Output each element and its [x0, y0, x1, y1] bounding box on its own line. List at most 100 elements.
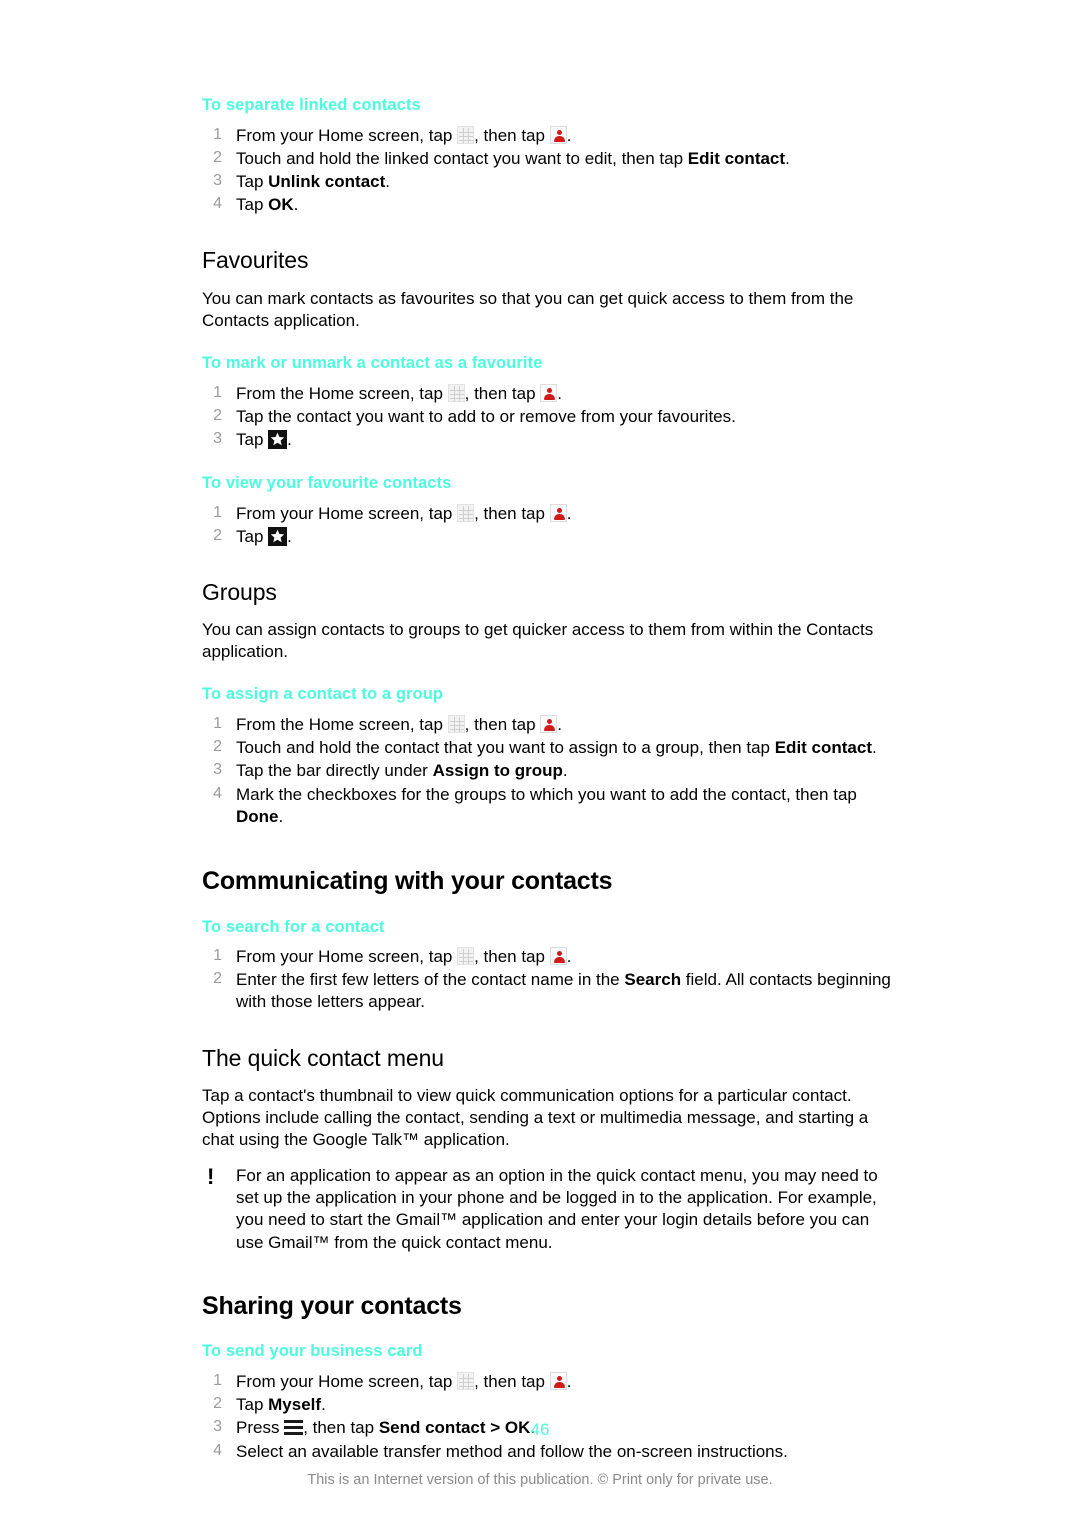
ui-label: Edit contact: [774, 738, 873, 758]
favourite-star-icon: [268, 429, 288, 449]
app-grid-icon: [447, 715, 465, 734]
step-text: , then tap: [474, 125, 550, 145]
step-text: Tap: [236, 429, 269, 449]
step-text: , then tap: [474, 947, 550, 967]
step-text: , then tap: [464, 383, 541, 403]
step-text: , then tap: [474, 1372, 550, 1392]
steps-separate-linked: From your Home screen, tap , then tap . …: [202, 125, 892, 216]
ui-label: Unlink contact: [268, 171, 386, 191]
step-text: .: [566, 125, 572, 145]
list-item: Tap the contact you want to add to or re…: [202, 406, 736, 427]
step-text: Tap: [236, 1395, 269, 1415]
step-text: .: [287, 526, 292, 546]
list-item: From your Home screen, tap , then tap .: [202, 125, 892, 147]
step-text: From the Home screen, tap: [236, 715, 448, 735]
list-item: Tap .: [202, 429, 892, 451]
step-text: .: [321, 1395, 326, 1415]
contacts-person-icon: [549, 1372, 567, 1391]
step-text: From your Home screen, tap: [236, 947, 458, 967]
step-text: Enter the first few letters of the conta…: [236, 970, 625, 990]
ui-label: Assign to group: [432, 761, 563, 781]
procedure-title-separate-linked: To separate linked contacts: [202, 96, 421, 114]
section-heading-communicating: Communicating with your contacts: [202, 866, 613, 895]
ui-label: Done: [236, 806, 279, 826]
steps-assign-group: From the Home screen, tap , then tap . T…: [202, 714, 892, 827]
step-text: .: [785, 148, 790, 168]
step-text: .: [557, 383, 562, 403]
step-text: .: [872, 738, 877, 758]
step-text: , then tap: [474, 503, 550, 523]
paragraph-favourites-intro: You can mark contacts as favourites so t…: [202, 288, 854, 330]
step-text: .: [566, 1372, 572, 1392]
list-item: From the Home screen, tap , then tap .: [202, 383, 892, 405]
footer-copyright-note: This is an Internet version of this publ…: [307, 1472, 773, 1488]
list-item: Tap .: [202, 526, 892, 548]
steps-mark-unmark-favourite: From the Home screen, tap , then tap . T…: [202, 383, 892, 451]
page-number: 46: [530, 1420, 550, 1439]
step-text: .: [557, 715, 562, 735]
section-heading-quick-contact-menu: The quick contact menu: [202, 1044, 444, 1071]
contacts-person-icon: [549, 125, 567, 144]
app-grid-icon: [457, 1372, 475, 1391]
step-text: .: [293, 195, 299, 215]
step-text: From your Home screen, tap: [236, 125, 458, 145]
step-text: From your Home screen, tap: [236, 503, 458, 523]
app-grid-icon: [457, 947, 475, 966]
procedure-title-search-contact: To search for a contact: [202, 917, 385, 936]
step-text: From the Home screen, tap: [236, 383, 448, 403]
step-text: Touch and hold the linked contact you wa…: [236, 148, 688, 168]
list-item: Mark the checkboxes for the groups to wh…: [202, 784, 892, 828]
list-item: Tap Unlink contact.: [202, 171, 892, 193]
note-callout: ! For an application to appear as an opt…: [202, 1165, 892, 1253]
steps-send-business-card: From your Home screen, tap , then tap . …: [202, 1371, 892, 1462]
step-text: Tap the bar directly under: [236, 761, 433, 781]
list-item: From the Home screen, tap , then tap .: [202, 714, 892, 736]
step-text: .: [287, 429, 292, 449]
list-item: Touch and hold the linked contact you wa…: [202, 148, 892, 170]
steps-view-favourites: From your Home screen, tap , then tap . …: [202, 503, 892, 548]
section-heading-favourites: Favourites: [202, 247, 309, 274]
step-text: , then tap: [464, 715, 541, 735]
procedure-title-mark-unmark-favourite: To mark or unmark a contact as a favouri…: [202, 353, 543, 372]
step-text: Tap: [236, 526, 269, 546]
step-text: Tap: [236, 195, 269, 215]
list-item: From your Home screen, tap , then tap .: [202, 1371, 892, 1393]
section-heading-sharing: Sharing your contacts: [202, 1291, 462, 1320]
app-grid-icon: [457, 125, 475, 144]
note-text: For an application to appear as an optio…: [236, 1166, 878, 1252]
app-grid-icon: [447, 383, 465, 402]
paragraph-quick-contact-intro: Tap a contact's thumbnail to view quick …: [202, 1086, 869, 1150]
ui-label: OK: [268, 195, 294, 215]
procedure-title-assign-group: To assign a contact to a group: [202, 685, 444, 704]
exclamation-note-icon: !: [207, 1164, 215, 1190]
step-text: .: [562, 761, 568, 781]
step-text: From your Home screen, tap: [236, 1372, 458, 1392]
content-column: To separate linked contacts From your Ho…: [202, 96, 892, 1464]
paragraph-groups-intro: You can assign contacts to groups to get…: [202, 620, 874, 662]
procedure-title-send-business-card: To send your business card: [202, 1342, 423, 1361]
list-item: Tap Myself.: [202, 1394, 892, 1416]
ui-label: Myself: [268, 1395, 322, 1415]
step-text: Mark the checkboxes for the groups to wh…: [236, 784, 857, 804]
contacts-person-icon: [549, 503, 567, 522]
list-item: From your Home screen, tap , then tap .: [202, 946, 892, 968]
contacts-person-icon: [540, 383, 558, 402]
section-heading-groups: Groups: [202, 578, 277, 605]
list-item: Tap the bar directly under Assign to gro…: [202, 760, 892, 782]
step-text: .: [278, 806, 284, 826]
